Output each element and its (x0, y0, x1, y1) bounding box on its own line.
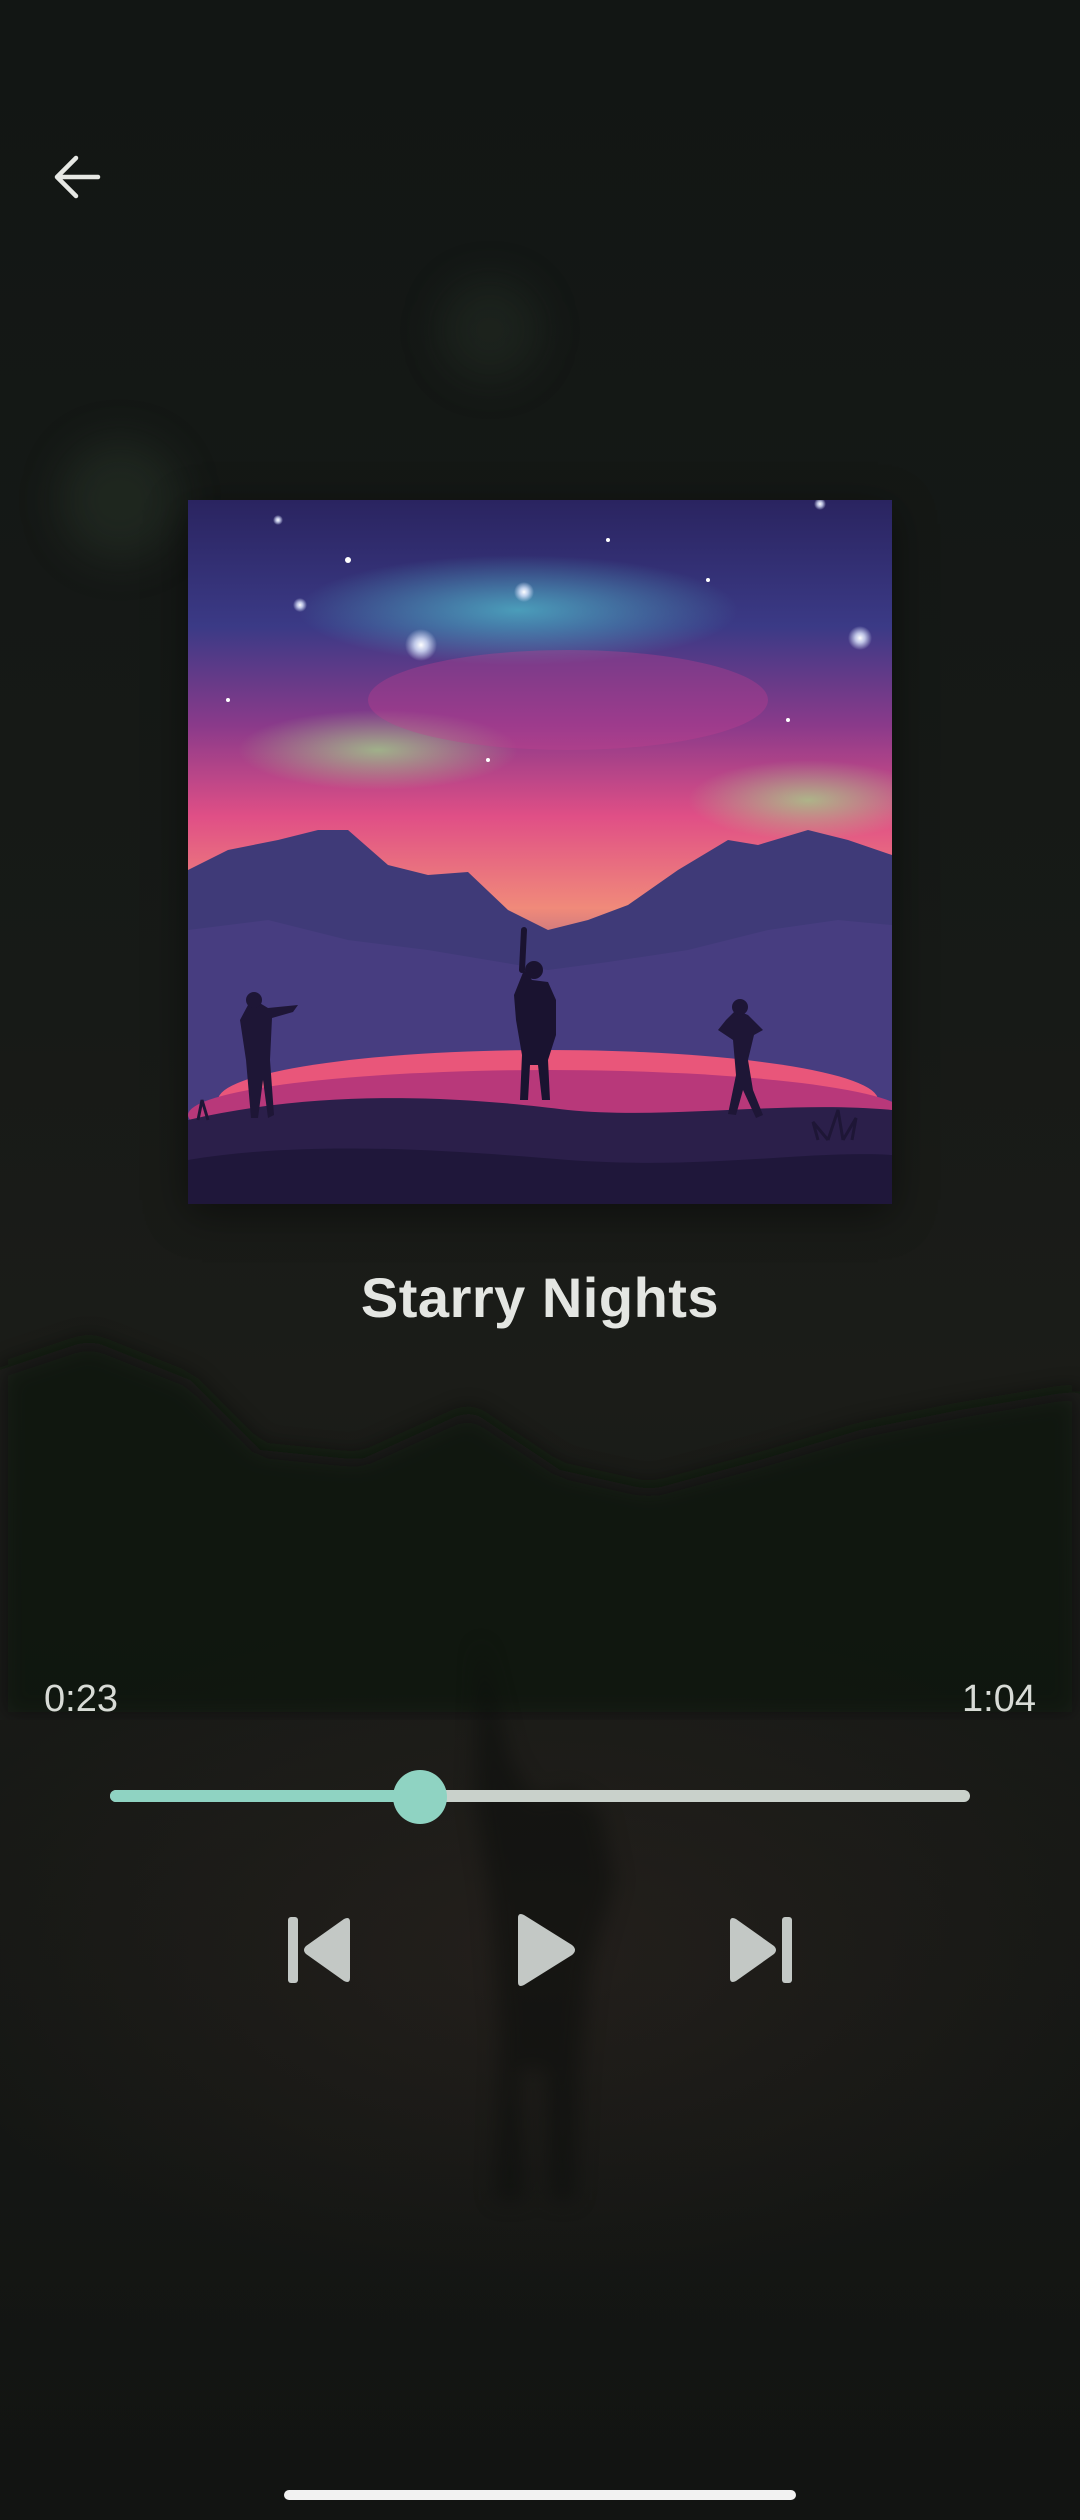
play-icon (518, 1914, 575, 1986)
seek-thumb[interactable] (392, 1770, 447, 1824)
seek-bar[interactable] (110, 1770, 970, 1824)
total-time: 1:04 (962, 1678, 1036, 1720)
now-playing-screen: Starry Nights 0:23 1:04 (0, 0, 1080, 2520)
album-artwork (188, 500, 892, 1204)
next-button[interactable] (710, 1900, 810, 2000)
seek-progress (110, 1790, 420, 1802)
background-glow (60, 440, 180, 560)
arrow-left-icon (54, 155, 101, 199)
back-button[interactable] (40, 140, 114, 214)
current-time: 0:23 (44, 1678, 118, 1720)
play-button[interactable] (495, 1900, 595, 2000)
background-glow (440, 280, 540, 380)
skip-previous-icon (288, 1917, 350, 1983)
skip-next-icon (730, 1917, 792, 1983)
track-title: Starry Nights (360, 1266, 720, 1329)
previous-button[interactable] (270, 1900, 370, 2000)
home-indicator[interactable] (284, 2490, 796, 2500)
